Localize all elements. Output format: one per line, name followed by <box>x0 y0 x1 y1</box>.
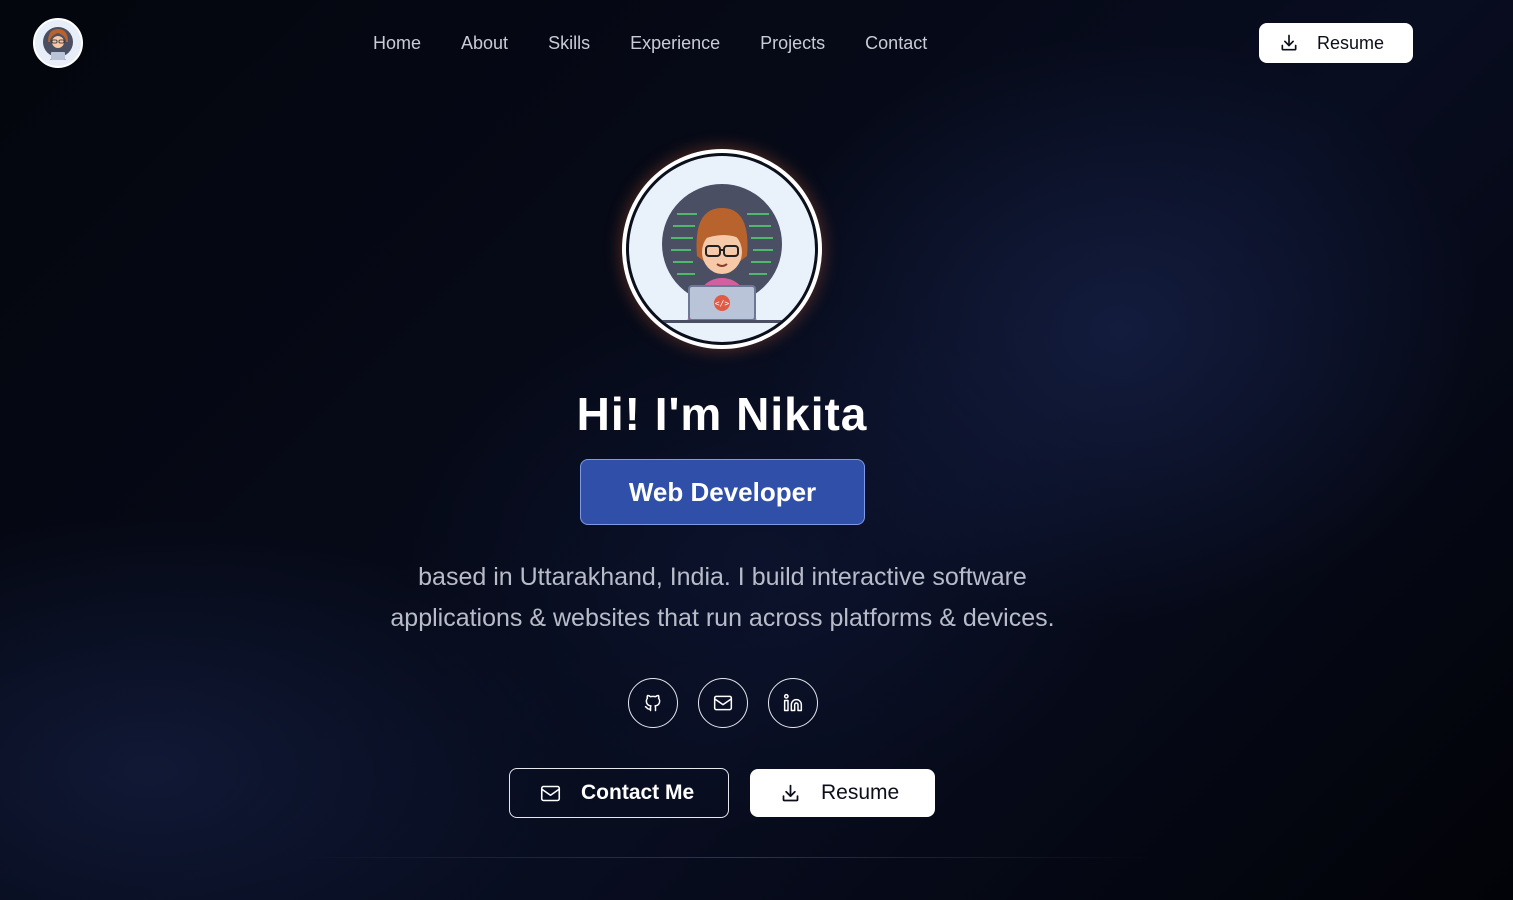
bio-line-2: applications & websites that run across … <box>390 604 1055 632</box>
nav-home[interactable]: Home <box>373 31 421 55</box>
hero-resume-label: Resume <box>821 781 900 804</box>
nav-skills[interactable]: Skills <box>548 31 590 55</box>
logo-avatar[interactable] <box>33 18 83 68</box>
role-badge: Web Developer <box>580 459 865 525</box>
download-icon <box>1281 34 1297 51</box>
developer-illustration-icon: </> <box>657 184 787 323</box>
contact-me-label: Contact Me <box>581 781 695 804</box>
hero-bio: based in Uttarakhand, India. I build int… <box>330 557 1115 639</box>
social-links <box>628 678 818 728</box>
linkedin-link[interactable] <box>768 678 818 728</box>
main-nav: Home About Skills Experience Projects Co… <box>373 31 927 55</box>
email-link[interactable] <box>698 678 748 728</box>
avatar-icon <box>43 27 73 60</box>
header-resume-button[interactable]: Resume <box>1259 23 1413 63</box>
section-divider <box>300 857 1150 858</box>
nav-projects[interactable]: Projects <box>760 31 825 55</box>
header-resume-label: Resume <box>1317 32 1385 53</box>
hero-avatar: </> <box>622 149 822 349</box>
linkedin-icon <box>783 693 803 712</box>
mail-icon <box>713 695 733 711</box>
download-icon <box>782 784 799 801</box>
github-link[interactable] <box>628 678 678 728</box>
hero-title: Hi! I'm Nikita <box>576 388 868 440</box>
nav-contact[interactable]: Contact <box>865 31 927 55</box>
nav-about[interactable]: About <box>461 31 508 55</box>
contact-me-button[interactable]: Contact Me <box>509 768 729 818</box>
bio-line-1: based in Uttarakhand, India. I build int… <box>418 563 1027 591</box>
github-icon <box>644 694 661 712</box>
mail-icon <box>540 785 561 801</box>
site-header: Home About Skills Experience Projects Co… <box>0 0 1513 88</box>
svg-text:</>: </> <box>715 299 730 308</box>
hero-resume-button[interactable]: Resume <box>750 769 935 817</box>
nav-experience[interactable]: Experience <box>630 31 720 55</box>
